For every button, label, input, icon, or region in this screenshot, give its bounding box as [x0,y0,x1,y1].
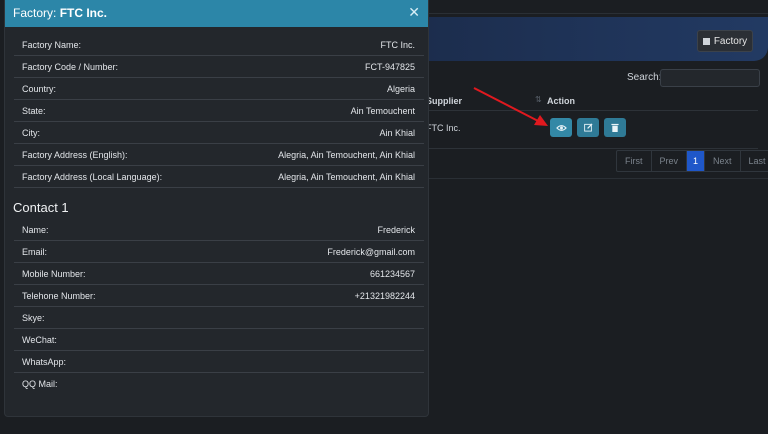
table-row: Name: Frederick [14,219,424,241]
row-value: FCT-947825 [364,61,415,72]
row-label: Email: [22,246,48,257]
table-row: State: Ain Temouchent [14,100,424,122]
row-label: Factory Address (English): [22,149,128,160]
row-value: Frederick [377,224,415,235]
row-value: Alegria, Ain Temouchent, Ain Khial [278,171,415,182]
table-row: Telehone Number: +21321982244 [14,285,424,307]
row-value: Ain Temouchent [350,105,415,116]
trash-icon [611,123,619,132]
page-next[interactable]: Next [705,151,741,171]
row-value: Alegria, Ain Temouchent, Ain Khial [278,149,415,160]
delete-button[interactable] [604,118,626,137]
close-icon[interactable]: ✕ [408,4,420,20]
table-row: Skye: [14,307,424,329]
row-label: Telehone Number: [22,290,96,301]
row-value: +21321982244 [354,290,415,301]
table-row: City: Ain Khial [14,122,424,144]
row-label: Factory Code / Number: [22,61,119,72]
table-row: WhatsApp: [14,351,424,373]
annotation-arrow-icon [473,87,548,126]
plus-square-icon [702,37,710,45]
row-label: City: [22,127,40,138]
row-label: Mobile Number: [22,268,86,279]
table-row: Factory Address (Local Language): Alegria… [14,166,424,188]
modal-header: Factory: FTC Inc. ✕ [5,0,428,27]
contact-section-title: Contact 1 [13,200,69,215]
row-label: State: [22,105,46,116]
modal-title-name: FTC Inc. [59,6,108,20]
top-bar-divider [427,0,768,14]
table-row: Factory Code / Number: FCT-947825 [14,56,424,78]
table-row: QQ Mail: [14,373,424,394]
add-factory-button[interactable]: Factory [697,30,753,52]
column-header-supplier[interactable]: Supplier [426,96,462,106]
modal-title: Factory: FTC Inc. [13,6,107,20]
search-label: Search: [627,72,662,83]
factory-info-table: Factory Name: FTC Inc. Factory Code / Num… [14,34,424,188]
row-value: Algeria [386,83,415,94]
row-label: Factory Name: [22,39,82,50]
table-row: Factory Name: FTC Inc. [14,34,424,56]
table-row: Country: Algeria [14,78,424,100]
column-header-action: Action [547,96,575,106]
edit-icon [583,123,593,132]
table-row: Mobile Number: 661234567 [14,263,424,285]
page-last[interactable]: Last [741,151,768,171]
contact-info-table: Name: Frederick Email: Frederick@gmail.com… [14,219,424,394]
table-row: Email: Frederick@gmail.com [14,241,424,263]
factory-detail-modal: Factory: FTC Inc. ✕ Factory Name: FTC Inc… [4,0,429,417]
pagination: First Prev 1 Next Last [616,150,768,172]
table-row: Factory Address (English): Alegria, Ain T… [14,144,424,166]
page-prev[interactable]: Prev [652,151,688,171]
page-first[interactable]: First [617,151,652,171]
search-input[interactable] [660,69,760,87]
table-row: WeChat: [14,329,424,351]
row-value: 661234567 [369,268,415,279]
row-label: WeChat: [22,334,57,345]
edit-button[interactable] [577,118,599,137]
row-label: Country: [22,83,57,94]
row-label: WhatsApp: [22,356,67,367]
row-label: Skye: [22,312,45,323]
row-label: Factory Address (Local Language): [22,171,163,182]
row-supplier-cell: FTC Inc. [426,123,461,133]
row-value: Ain Khial [379,127,415,138]
add-factory-button-label: Factory [713,35,748,47]
view-button[interactable] [550,118,572,137]
row-label: Name: [22,224,49,235]
row-value: FTC Inc. [380,39,415,50]
row-label: QQ Mail: [22,378,58,389]
row-value: Frederick@gmail.com [327,246,415,257]
eye-icon [555,124,567,131]
page-current[interactable]: 1 [687,151,706,171]
modal-title-prefix: Factory: [13,6,57,20]
table-bottom-divider [427,178,768,179]
